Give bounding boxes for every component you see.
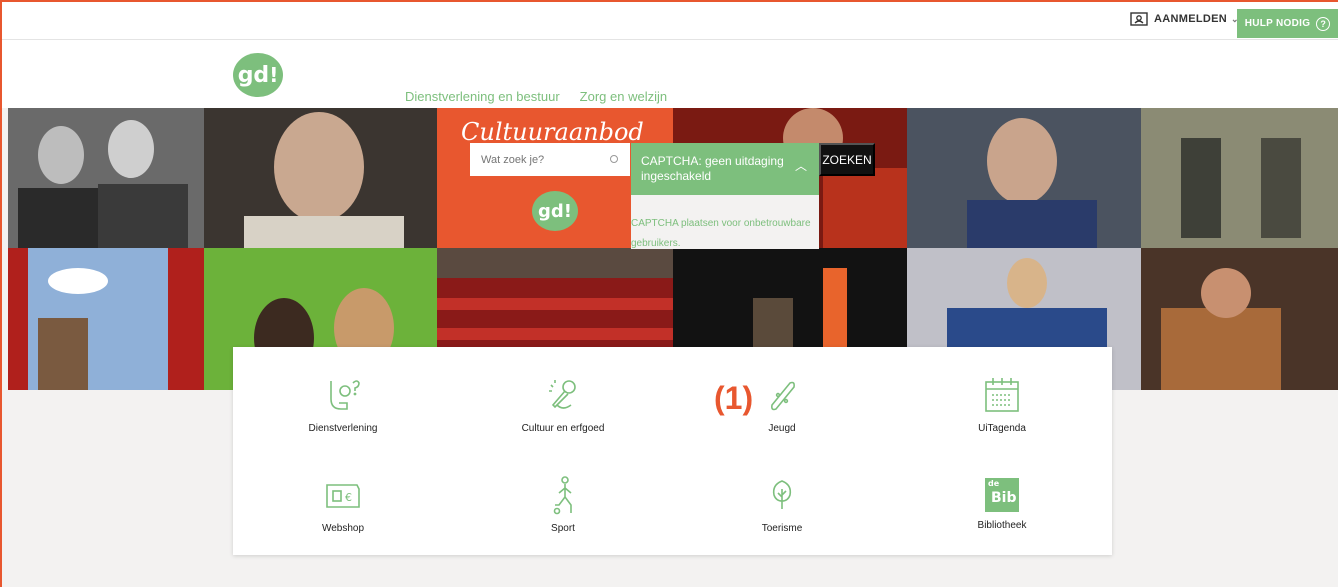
login-label: AANMELDEN: [1154, 13, 1227, 25]
tile-label: UiTagenda: [978, 423, 1026, 434]
tile-label: Dienstverlening: [308, 423, 378, 434]
de-bib-icon: de Bib: [985, 478, 1019, 512]
bib-logo-bib: Bib: [991, 490, 1017, 506]
help-label: HULP NODIG: [1244, 18, 1311, 29]
search-indicator-icon: [610, 155, 618, 163]
runner-icon: [543, 475, 583, 515]
photo-musicians: [1141, 108, 1338, 248]
banner-logo-text: gd: [538, 200, 564, 222]
captcha-title: CAPTCHA: geen uitdaging ingeschakeld: [641, 154, 784, 183]
tile-label: Toerisme: [761, 523, 803, 534]
banner-logo: gd!: [532, 191, 578, 231]
top-bar: AANMELDEN ⌄ HULP NODIG ?: [0, 0, 1338, 40]
tile-label: Cultuur en erfgoed: [521, 423, 605, 434]
captcha-panel-body: CAPTCHA plaatsen voor onbetrouwbare gebr…: [631, 195, 819, 249]
nav-item-dienstverlening[interactable]: Dienstverlening en bestuur: [405, 89, 560, 104]
nav-item-zorg[interactable]: Zorg en welzijn: [580, 89, 667, 104]
photo-duo-portrait: [8, 108, 204, 248]
login-button[interactable]: AANMELDEN ⌄: [1130, 12, 1239, 26]
tile-uitagenda[interactable]: UiTagenda: [902, 375, 1102, 434]
tile-label: Bibliotheek: [977, 520, 1027, 531]
wallet-euro-icon: €: [323, 475, 363, 515]
microphone-icon: [543, 375, 583, 415]
banner-script-text: Cultuuraanbod: [461, 118, 644, 146]
photo-man-glasses: [907, 108, 1141, 248]
search-button[interactable]: ZOEKEN: [819, 143, 875, 176]
photo-boxes-performers: [1141, 248, 1338, 390]
tile-cultuur[interactable]: Cultuur en erfgoed: [463, 375, 663, 434]
logo-text: gd: [237, 62, 270, 88]
tile-dienstverlening[interactable]: Dienstverlening: [243, 375, 443, 434]
tree-icon: [762, 475, 802, 515]
tile-label: Sport: [551, 523, 575, 534]
tile-jeugd[interactable]: Jeugd: [682, 375, 882, 434]
chevron-up-icon[interactable]: ︿: [795, 159, 807, 174]
photo-bald-man: [204, 108, 437, 248]
captcha-panel-header[interactable]: CAPTCHA: geen uitdaging ingeschakeld ︿: [631, 143, 819, 195]
question-icon: ?: [1316, 16, 1331, 31]
calendar-icon: [982, 375, 1022, 415]
main-nav: Dienstverlening en bestuur Zorg en welzi…: [405, 89, 667, 104]
annotation-marker: (1): [714, 380, 754, 416]
tile-sport[interactable]: Sport: [463, 475, 663, 534]
photo-theatre-curtain: [8, 248, 204, 390]
tile-toerisme[interactable]: Toerisme: [682, 475, 882, 534]
search-input[interactable]: [470, 143, 630, 176]
tile-bibliotheek[interactable]: de Bib Bibliotheek: [902, 475, 1102, 531]
site-logo[interactable]: gd!: [233, 53, 283, 97]
help-button[interactable]: HULP NODIG ?: [1237, 9, 1338, 38]
tile-webshop[interactable]: € Webshop: [243, 475, 443, 534]
tile-label: Jeugd: [768, 423, 796, 434]
id-card-icon: [1130, 12, 1148, 26]
bib-logo-de: de: [988, 479, 1000, 488]
site-header: [0, 40, 1338, 108]
skateboard-icon: [762, 375, 802, 415]
hand-question-icon: [323, 375, 363, 415]
category-panel: Dienstverlening Cultuur en erfgoed Jeugd…: [233, 347, 1112, 555]
captcha-text: CAPTCHA plaatsen voor onbetrouwbare gebr…: [631, 218, 811, 249]
svg-text:€: €: [345, 491, 352, 504]
tile-label: Webshop: [321, 523, 365, 534]
